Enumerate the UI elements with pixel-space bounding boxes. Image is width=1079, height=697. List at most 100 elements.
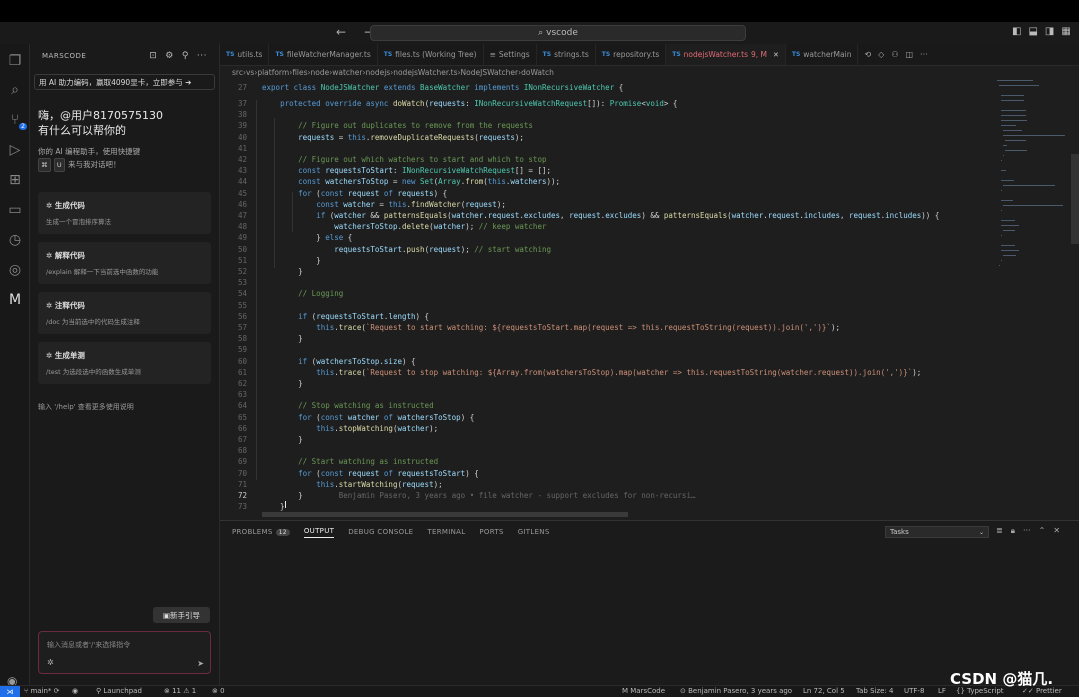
code-editor[interactable]: 27 export class NodeJSWatcher extends Bas… — [220, 80, 995, 520]
tab-ports[interactable]: PORTS — [479, 528, 503, 536]
code-line[interactable]: this.trace(`Request to stop watching: ${… — [262, 368, 921, 377]
explorer-icon[interactable]: ❐ — [5, 51, 25, 71]
customize-layout-icon[interactable]: ▦ — [1061, 26, 1070, 37]
tab-terminal[interactable]: TERMINAL — [427, 528, 465, 536]
tab-debug-console[interactable]: DEBUG CONSOLE — [348, 528, 413, 536]
marscode-status[interactable]: M MarsCode — [622, 687, 665, 695]
toggle-sidebar-icon[interactable]: ◧ — [1012, 26, 1021, 37]
new-chat-icon[interactable]: ⊡ — [149, 51, 157, 61]
timeline-icon[interactable]: ◷ — [5, 230, 25, 250]
code-line[interactable]: const watchersToStop = new Set(Array.fro… — [262, 177, 560, 186]
sparkle-icon[interactable]: ✲ — [47, 658, 54, 667]
code-line[interactable]: requestsToStart.push(request); // start … — [262, 245, 551, 254]
code-line[interactable]: } — [262, 334, 303, 343]
code-line[interactable]: } — [262, 267, 303, 276]
editor-tab[interactable]: TS nodejsWatcher.ts 9, M ✕ — [666, 44, 786, 65]
extensions-icon[interactable]: ⊞ — [5, 170, 25, 190]
code-line[interactable]: } — [262, 435, 303, 444]
code-line[interactable]: for (const request of requestsToStart) { — [262, 469, 479, 478]
editor-tab[interactable]: ≡ Settings — [484, 44, 537, 65]
code-line[interactable]: } else { — [262, 233, 352, 242]
card-explain-code[interactable]: ✲ 解释代码 /explain 解释一下当前选中函数的功能 — [38, 242, 211, 284]
editor-tab[interactable]: TS watcherMain — [786, 44, 859, 65]
beginner-guide-button[interactable]: ▣ 新手引导 — [153, 607, 210, 623]
tab-output[interactable]: OUTPUT — [303, 527, 335, 538]
back-arrow-icon[interactable]: ← — [336, 25, 346, 39]
breadcrumb-item[interactable]: watcher — [332, 68, 362, 77]
split-editor-icon[interactable]: ◫ — [905, 50, 913, 59]
breadcrumb-item[interactable]: src — [232, 68, 243, 77]
code-line[interactable]: if (watchersToStop.size) { — [262, 357, 415, 366]
gitlens-icon[interactable]: ◎ — [5, 260, 25, 280]
send-icon[interactable]: ➤ — [197, 659, 204, 668]
code-line[interactable]: } — [262, 256, 321, 265]
breadcrumb-item[interactable]: vs — [246, 68, 254, 77]
tab-size[interactable]: Tab Size: 4 — [856, 687, 893, 695]
tab-gitlens[interactable]: GITLENS — [518, 528, 550, 536]
card-generate-tests[interactable]: ✲ 生成单测 /test 为选段选中的函数生成单测 — [38, 342, 211, 384]
command-center-search[interactable]: ⌕ vscode — [370, 25, 746, 41]
code-line[interactable]: // Figure out duplicates to remove from … — [262, 121, 533, 130]
code-line[interactable]: this.trace(`Request to start watching: $… — [262, 323, 840, 332]
breadcrumb-item[interactable]: platform — [257, 68, 289, 77]
close-icon[interactable]: ✕ — [773, 51, 779, 59]
code-line[interactable]: if (watcher && patternsEquals(watcher.re… — [262, 211, 939, 220]
breadcrumb-item[interactable]: node — [311, 68, 330, 77]
compare-icon[interactable]: ⟲ — [864, 50, 871, 59]
history-icon[interactable]: ⚲ — [182, 51, 189, 61]
horizontal-scrollbar[interactable] — [262, 512, 628, 517]
editor-tab[interactable]: TS files.ts (Working Tree) — [378, 44, 484, 65]
code-line[interactable]: for (const request of requests) { — [262, 189, 447, 198]
code-line[interactable]: this.stopWatching(watcher); — [262, 424, 438, 433]
clear-output-icon[interactable]: ≣ — [996, 526, 1003, 536]
toggle-secondary-sidebar-icon[interactable]: ◨ — [1045, 26, 1054, 37]
eol[interactable]: LF — [938, 687, 946, 695]
code-line[interactable]: const requestsToStart: INonRecursiveWatc… — [262, 166, 551, 175]
toggle-panel-icon[interactable]: ⬓ — [1028, 26, 1037, 37]
branch-status[interactable]: ⑂ main* ⟳ — [24, 687, 60, 695]
code-line[interactable]: this.startWatching(request); — [262, 480, 442, 489]
chat-input[interactable] — [47, 639, 197, 651]
tab-problems[interactable]: PROBLEMS 12 — [232, 528, 290, 536]
code-line[interactable]: watchersToStop.delete(watcher); // keep … — [262, 222, 546, 231]
code-line[interactable]: protected override async doWatch(request… — [262, 99, 677, 108]
more-actions-icon[interactable]: ··· — [1023, 526, 1031, 536]
code-line[interactable]: // Figure out which watchers to start an… — [262, 155, 546, 164]
lock-icon[interactable]: 🔒︎ — [1011, 526, 1015, 536]
settings-icon[interactable]: ⚙ — [165, 51, 174, 61]
run-debug-icon[interactable]: ▷ — [5, 140, 25, 160]
ports-status[interactable]: ⊗ 0 — [212, 687, 225, 695]
blame-status[interactable]: ⊙ Benjamin Pasero, 3 years ago — [680, 687, 792, 695]
card-generate-code[interactable]: ✲ 生成代码 生成一个冒泡排序算法 — [38, 192, 211, 234]
card-doc-code[interactable]: ✲ 注释代码 /doc 为当前选中的代码生成注释 — [38, 292, 211, 334]
editor-tab[interactable]: TS strings.ts — [537, 44, 596, 65]
cursor-position[interactable]: Ln 72, Col 5 — [803, 687, 845, 695]
minimap[interactable] — [997, 80, 1071, 300]
launchpad-status[interactable]: ⚲ Launchpad — [96, 687, 142, 695]
breadcrumb-item[interactable]: files — [292, 68, 307, 77]
vertical-scrollbar[interactable] — [1071, 154, 1079, 244]
code-line[interactable]: for (const watcher of watchersToStop) { — [262, 413, 474, 422]
encoding[interactable]: UTF-8 — [904, 687, 924, 695]
code-line[interactable]: // Start watching as instructed — [262, 457, 438, 466]
editor-tab[interactable]: TS repository.ts — [596, 44, 667, 65]
breadcrumb-item[interactable]: NodeJSWatcher — [461, 68, 519, 77]
source-control-icon[interactable]: ⑂ 2 — [5, 110, 27, 130]
search-view-icon[interactable]: ⌕ — [5, 80, 25, 100]
editor-tab[interactable]: TS utils.ts — [220, 44, 270, 65]
code-line[interactable]: const watcher = this.findWatcher(request… — [262, 200, 506, 209]
sticky-scroll-line[interactable]: export class NodeJSWatcher extends BaseW… — [262, 83, 623, 92]
gitlens-action-icon[interactable]: ⚇ — [891, 50, 898, 59]
breadcrumb-item[interactable]: doWatch — [521, 68, 554, 77]
marscode-icon[interactable]: M — [5, 290, 25, 310]
remote-icon[interactable]: ⋊ — [0, 686, 20, 697]
maximize-panel-icon[interactable]: ⌃ — [1039, 526, 1046, 536]
editor-tab[interactable]: TS fileWatcherManager.ts — [269, 44, 378, 65]
close-icon[interactable]: ✕ — [1053, 526, 1060, 536]
output-channel-select[interactable]: Tasks ⌄ — [885, 526, 989, 538]
problems-status[interactable]: ⊗ 11 ⚠ 1 — [164, 687, 196, 695]
code-line[interactable]: // Logging — [262, 289, 343, 298]
more-icon[interactable]: ··· — [920, 50, 928, 59]
code-line[interactable]: } — [262, 379, 303, 388]
code-line[interactable]: } — [262, 502, 285, 511]
